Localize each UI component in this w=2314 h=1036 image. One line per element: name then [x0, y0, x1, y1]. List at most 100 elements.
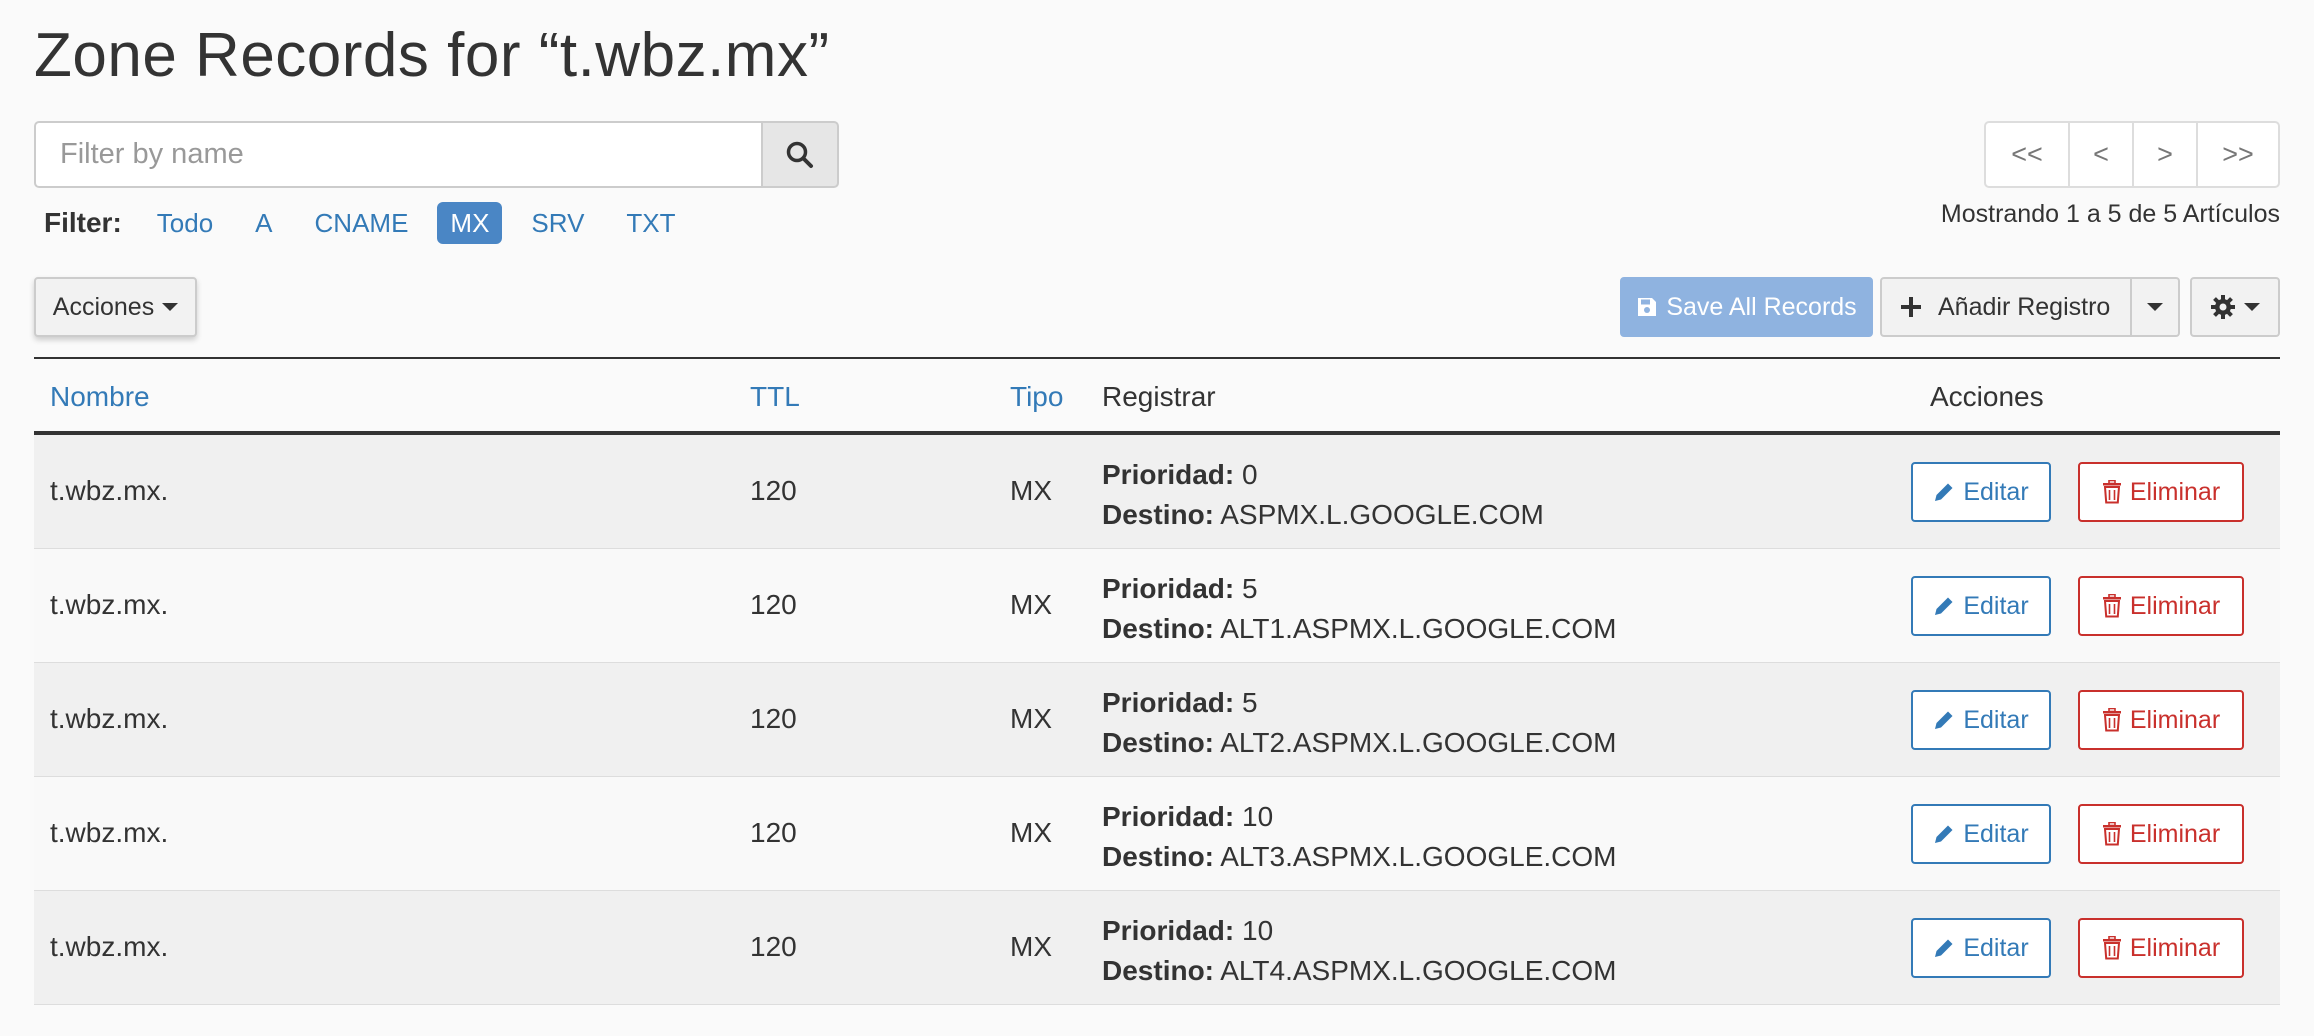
filter-txt[interactable]: TXT	[613, 202, 688, 244]
settings-dropdown[interactable]	[2190, 277, 2280, 337]
search-icon	[786, 141, 813, 168]
search-button[interactable]	[761, 121, 839, 188]
edit-label: Editar	[1963, 705, 2029, 734]
record-ttl: 120	[750, 931, 797, 962]
record-priority: 5	[1242, 573, 1258, 604]
record-ttl: 120	[750, 703, 797, 734]
edit-label: Editar	[1963, 933, 2029, 962]
trash-icon	[2102, 480, 2121, 504]
record-name: t.wbz.mx.	[50, 475, 169, 506]
plus-icon	[1901, 297, 1921, 317]
table-row: t.wbz.mx. 120 MX Prioridad: 0 Destino: A…	[34, 435, 2280, 549]
pencil-icon	[1935, 825, 1953, 843]
priority-label: Prioridad:	[1102, 801, 1235, 832]
table-row: t.wbz.mx. 120 MX Prioridad: 10 Destino: …	[34, 777, 2280, 891]
record-destination: ALT4.ASPMX.L.GOOGLE.COM	[1220, 955, 1617, 986]
caret-down-icon	[2244, 303, 2260, 311]
record-destination: ALT1.ASPMX.L.GOOGLE.COM	[1220, 613, 1617, 644]
priority-label: Prioridad:	[1102, 687, 1235, 718]
delete-label: Eliminar	[2129, 477, 2221, 506]
pencil-icon	[1935, 939, 1953, 957]
record-ttl: 120	[750, 817, 797, 848]
destination-label: Destino:	[1102, 499, 1214, 530]
trash-icon	[2102, 708, 2121, 732]
filter-srv[interactable]: SRV	[518, 202, 597, 244]
edit-label: Editar	[1963, 591, 2029, 620]
trash-icon	[2102, 936, 2121, 960]
edit-label: Editar	[1963, 819, 2029, 848]
edit-button[interactable]: Editar	[1911, 918, 2051, 978]
filter-todo[interactable]: Todo	[144, 202, 226, 244]
priority-label: Prioridad:	[1102, 573, 1235, 604]
record-name: t.wbz.mx.	[50, 703, 169, 734]
bulk-actions-dropdown[interactable]: Acciones	[34, 277, 197, 337]
pagination-summary: Mostrando 1 a 5 de 5 Artículos	[1940, 200, 2280, 228]
pencil-icon	[1935, 711, 1953, 729]
record-priority: 5	[1242, 687, 1258, 718]
save-all-records-button[interactable]: Save All Records	[1620, 277, 1873, 337]
floppy-disk-icon	[1638, 298, 1657, 316]
edit-button[interactable]: Editar	[1911, 576, 2051, 636]
add-record-label: Añadir Registro	[1938, 292, 2111, 321]
record-value: Prioridad: 10 Destino: ALT4.ASPMX.L.GOOG…	[1102, 911, 1617, 991]
destination-label: Destino:	[1102, 613, 1214, 644]
delete-button[interactable]: Eliminar	[2078, 462, 2244, 522]
pager-first-button[interactable]: <<	[1984, 121, 2070, 188]
pencil-icon	[1935, 483, 1953, 501]
destination-label: Destino:	[1102, 727, 1214, 758]
bulk-actions-label: Acciones	[52, 292, 155, 321]
caret-down-icon	[2147, 303, 2163, 311]
record-value: Prioridad: 5 Destino: ALT1.ASPMX.L.GOOGL…	[1102, 569, 1617, 649]
filter-mx[interactable]: MX	[437, 202, 503, 244]
pagination: << < > >>	[1984, 121, 2280, 188]
table-row: t.wbz.mx. 120 MX Prioridad: 5 Destino: A…	[34, 549, 2280, 663]
record-priority: 10	[1242, 801, 1274, 832]
delete-button[interactable]: Eliminar	[2078, 576, 2244, 636]
zone-records-table: Nombre TTL Tipo Registrar Acciones t.wbz…	[34, 357, 2280, 1005]
record-destination: ASPMX.L.GOOGLE.COM	[1220, 499, 1544, 530]
edit-button[interactable]: Editar	[1911, 804, 2051, 864]
add-record-button[interactable]: Añadir Registro	[1880, 277, 2132, 337]
table-row: t.wbz.mx. 120 MX Prioridad: 5 Destino: A…	[34, 663, 2280, 777]
pager-last-button[interactable]: >>	[2196, 121, 2280, 188]
record-destination: ALT2.ASPMX.L.GOOGLE.COM	[1220, 727, 1617, 758]
record-value: Prioridad: 0 Destino: ASPMX.L.GOOGLE.COM	[1102, 455, 1544, 535]
filter-a[interactable]: A	[242, 202, 285, 244]
record-name: t.wbz.mx.	[50, 589, 169, 620]
record-destination: ALT3.ASPMX.L.GOOGLE.COM	[1220, 841, 1617, 872]
record-ttl: 120	[750, 475, 797, 506]
record-type: MX	[1010, 931, 1052, 962]
table-row: t.wbz.mx. 120 MX Prioridad: 10 Destino: …	[34, 891, 2280, 1005]
table-body: t.wbz.mx. 120 MX Prioridad: 0 Destino: A…	[34, 435, 2280, 1005]
record-type: MX	[1010, 703, 1052, 734]
record-priority: 10	[1242, 915, 1274, 946]
actions-column-header: Acciones	[1930, 381, 2044, 412]
edit-label: Editar	[1963, 477, 2029, 506]
record-name: t.wbz.mx.	[50, 931, 169, 962]
edit-button[interactable]: Editar	[1911, 462, 2051, 522]
filter-label: Filter:	[44, 207, 122, 238]
delete-button[interactable]: Eliminar	[2078, 690, 2244, 750]
sort-by-type[interactable]: Tipo	[1010, 381, 1063, 413]
sort-by-ttl[interactable]: TTL	[750, 381, 800, 413]
sort-by-name[interactable]: Nombre	[50, 381, 150, 413]
page-title: Zone Records for “t.wbz.mx”	[34, 21, 830, 90]
delete-button[interactable]: Eliminar	[2078, 918, 2244, 978]
delete-button[interactable]: Eliminar	[2078, 804, 2244, 864]
filter-cname[interactable]: CNAME	[302, 202, 422, 244]
pager-prev-button[interactable]: <	[2068, 121, 2134, 188]
record-column-header: Registrar	[1102, 381, 1216, 412]
pencil-icon	[1935, 597, 1953, 615]
pager-next-button[interactable]: >	[2132, 121, 2198, 188]
record-type-filter: Filter: Todo A CNAME MX SRV TXT	[44, 202, 697, 244]
search-input[interactable]	[34, 121, 761, 188]
record-type: MX	[1010, 589, 1052, 620]
record-value: Prioridad: 5 Destino: ALT2.ASPMX.L.GOOGL…	[1102, 683, 1617, 763]
add-record-options-dropdown[interactable]	[2130, 277, 2180, 337]
delete-label: Eliminar	[2129, 933, 2221, 962]
edit-button[interactable]: Editar	[1911, 690, 2051, 750]
destination-label: Destino:	[1102, 955, 1214, 986]
delete-label: Eliminar	[2129, 705, 2221, 734]
record-type: MX	[1010, 475, 1052, 506]
record-type: MX	[1010, 817, 1052, 848]
